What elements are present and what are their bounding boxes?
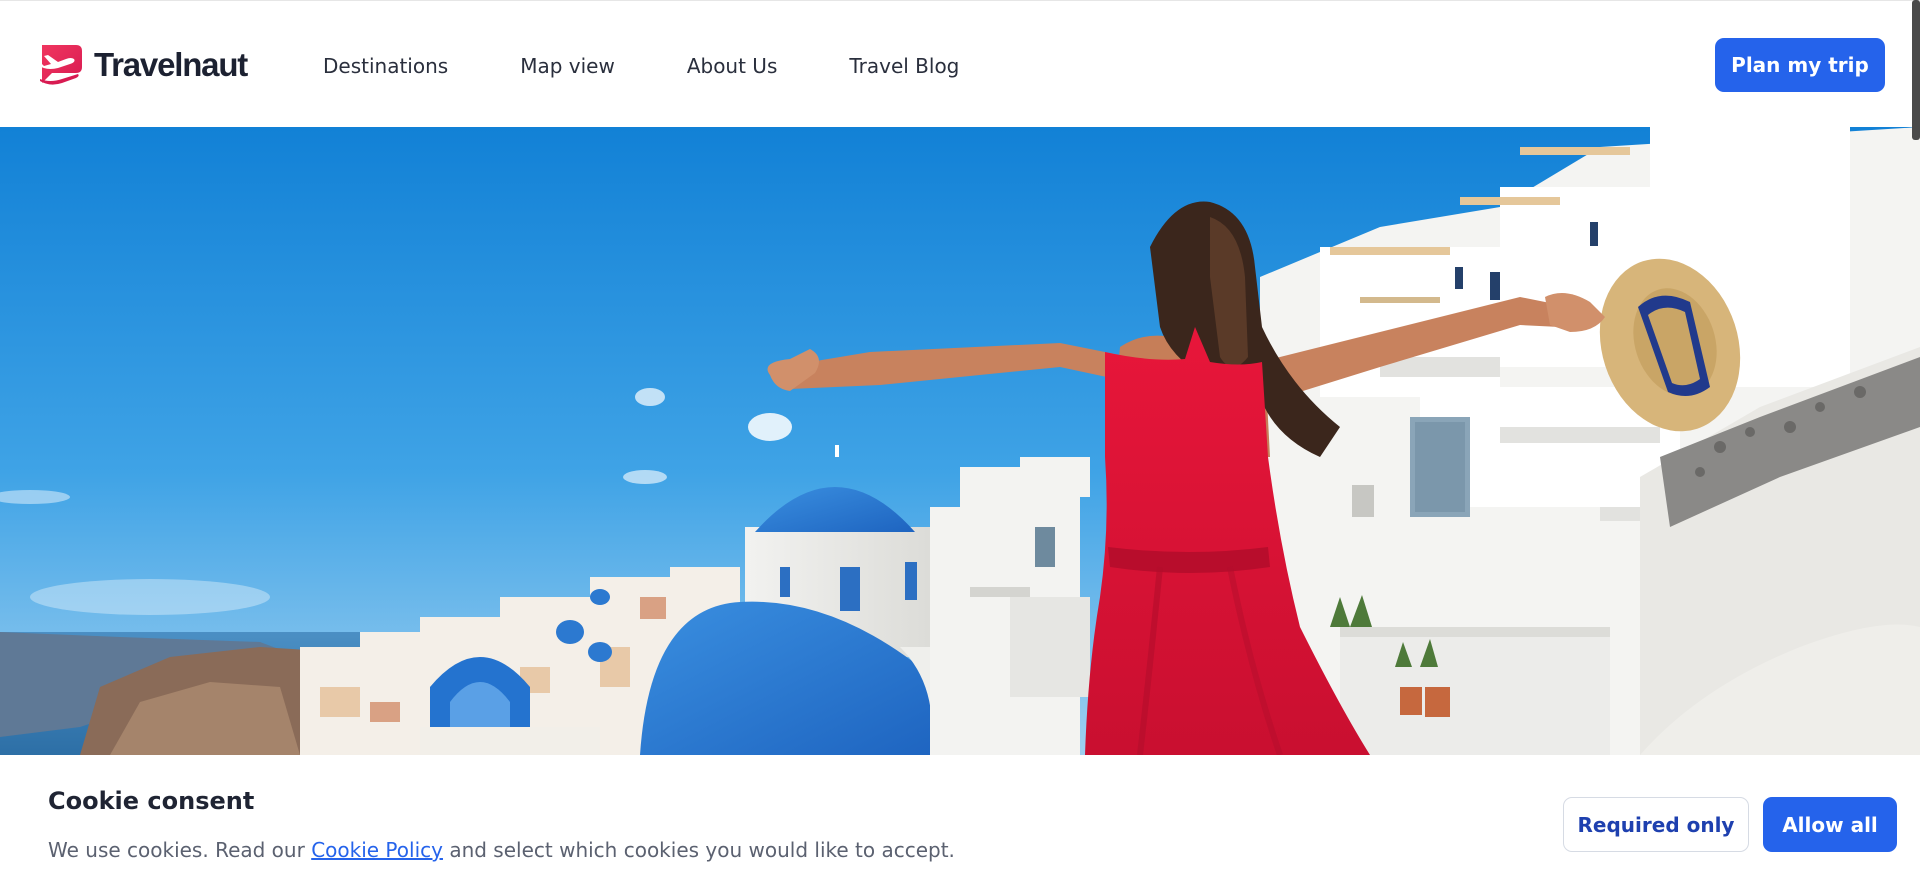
- santorini-hero-image: [0, 127, 1920, 755]
- site-header: Travelnaut Destinations Map view About U…: [0, 0, 1920, 127]
- nav-item-travel-blog[interactable]: Travel Blog: [849, 54, 959, 78]
- cookie-text-before-link: We use cookies. Read our: [48, 838, 312, 862]
- page: Travelnaut Destinations Map view About U…: [0, 0, 1920, 890]
- cookie-text-after-link: and select which cookies you would like …: [442, 838, 955, 862]
- allow-all-button[interactable]: Allow all: [1763, 797, 1897, 852]
- cookie-consent-text: We use cookies. Read our Cookie Policy a…: [48, 838, 955, 862]
- plan-my-trip-button[interactable]: Plan my trip: [1715, 38, 1885, 92]
- brand-name: Travelnaut: [94, 46, 248, 83]
- brand-logo[interactable]: Travelnaut: [36, 41, 248, 89]
- nav-item-destinations[interactable]: Destinations: [323, 54, 448, 78]
- cookie-consent-banner: Cookie consent We use cookies. Read our …: [0, 755, 1920, 890]
- cookie-policy-link[interactable]: Cookie Policy: [311, 838, 443, 862]
- hero-banner: [0, 127, 1920, 755]
- required-only-button[interactable]: Required only: [1563, 797, 1749, 852]
- main-nav: Destinations Map view About Us Travel Bl…: [323, 49, 959, 83]
- nav-item-map-view[interactable]: Map view: [520, 54, 615, 78]
- nav-item-about-us[interactable]: About Us: [687, 54, 778, 78]
- cookie-consent-title: Cookie consent: [48, 787, 255, 815]
- travelnaut-plane-logo-icon: [38, 45, 82, 85]
- page-scrollbar[interactable]: [1912, 0, 1920, 140]
